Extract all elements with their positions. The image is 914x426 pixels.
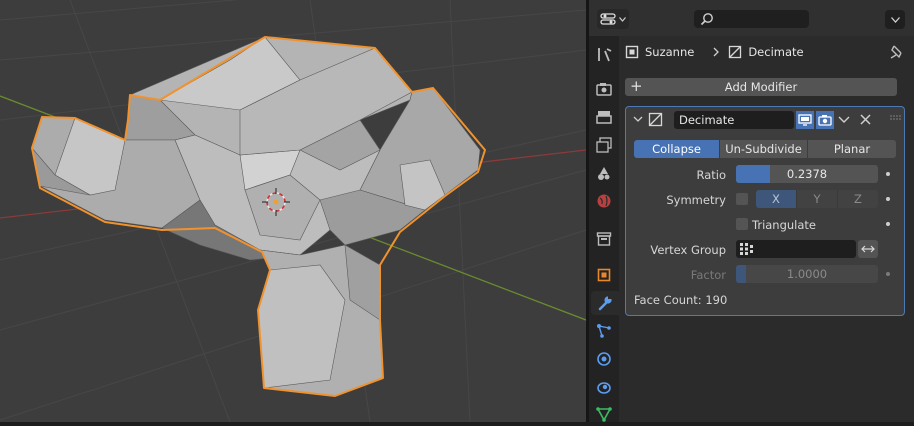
modifier-options-chevron-icon[interactable] — [838, 116, 850, 124]
tab-scene[interactable] — [591, 161, 617, 185]
factor-label: Factor — [690, 268, 726, 282]
3d-viewport[interactable] — [0, 0, 586, 422]
symmetry-checkbox[interactable] — [736, 193, 748, 205]
invert-vertex-group-button[interactable] — [858, 240, 878, 258]
camera-icon — [818, 115, 832, 126]
world-icon — [597, 194, 611, 208]
breadcrumb-object: Suzanne — [645, 45, 695, 59]
face-count-label: Face Count: 190 — [634, 293, 728, 307]
properties-tabs — [589, 36, 619, 422]
tab-particles[interactable] — [591, 319, 617, 343]
view-layer-icon — [596, 137, 612, 153]
tab-render[interactable] — [591, 77, 617, 101]
plus-icon: + — [630, 77, 643, 95]
monitor-icon — [798, 114, 812, 126]
swap-arrows-icon — [861, 245, 875, 253]
vertex-group-field[interactable] — [736, 240, 856, 258]
ratio-keyframe-dot[interactable] — [886, 172, 890, 176]
search-input[interactable] — [694, 10, 809, 28]
symmetry-keyframe-dot[interactable] — [886, 197, 890, 201]
tab-modifier[interactable] — [591, 291, 619, 315]
ratio-label: Ratio — [696, 168, 726, 182]
modifier-wrench-icon — [598, 295, 612, 311]
viewport-scene — [0, 0, 586, 422]
object-icon — [597, 268, 611, 282]
modifier-properties: Suzanne Decimate + Add Modifier Decimate — [619, 36, 914, 422]
particles-icon — [597, 324, 611, 338]
tab-physics[interactable] — [591, 347, 617, 371]
modifier-name-field[interactable]: Decimate — [674, 111, 794, 129]
collapse-panel-chevron-icon[interactable] — [633, 114, 643, 124]
add-modifier-label: Add Modifier — [724, 80, 798, 94]
symmetry-axis-selector: X Y Z — [756, 190, 878, 208]
editor-type-button[interactable] — [597, 9, 629, 29]
properties-editor-icon — [600, 13, 616, 25]
tab-collection[interactable] — [591, 227, 617, 251]
decimate-icon — [729, 45, 742, 59]
ratio-value: 0.2378 — [786, 167, 828, 181]
properties-editor: Suzanne Decimate + Add Modifier Decimate — [589, 0, 914, 422]
scene-icon — [598, 167, 610, 180]
header-menu-button[interactable] — [885, 10, 905, 29]
decimate-icon — [648, 112, 663, 127]
properties-header — [589, 0, 914, 36]
factor-keyframe-dot[interactable] — [886, 272, 890, 276]
collection-icon — [596, 232, 612, 246]
chevron-down-icon — [890, 16, 900, 23]
search-icon — [700, 13, 713, 26]
vertex-group-label: Vertex Group — [650, 243, 726, 257]
drag-handle-icon[interactable] — [890, 115, 902, 121]
constraints-icon — [597, 382, 611, 394]
output-icon — [596, 111, 612, 124]
vertex-group-icon — [740, 243, 753, 255]
object-icon — [625, 45, 639, 59]
tab-tool[interactable] — [591, 43, 617, 67]
mode-unsubdivide-button[interactable]: Un-Subdivide — [720, 140, 808, 158]
chevron-down-icon — [619, 16, 626, 22]
symmetry-axis-z[interactable]: Z — [838, 190, 878, 208]
tab-object[interactable] — [591, 263, 617, 287]
tab-data[interactable] — [591, 402, 617, 426]
chevron-right-icon — [713, 47, 720, 57]
add-modifier-button[interactable]: + Add Modifier — [625, 77, 897, 96]
symmetry-axis-x[interactable]: X — [756, 190, 797, 208]
triangulate-checkbox[interactable] — [736, 218, 748, 230]
triangulate-keyframe-dot[interactable] — [886, 222, 890, 226]
render-icon — [596, 83, 612, 96]
show-in-render-button[interactable] — [816, 111, 834, 129]
data-icon — [596, 407, 612, 422]
factor-value: 1.0000 — [786, 267, 828, 281]
decimate-modifier-panel: Decimate Collapse Un-Subdivide Planar Ra… — [625, 106, 905, 316]
tab-output[interactable] — [591, 105, 617, 129]
mode-planar-button[interactable]: Planar — [808, 140, 896, 158]
symmetry-label: Symmetry — [666, 193, 726, 207]
tab-view-layer[interactable] — [591, 133, 617, 157]
tab-world[interactable] — [591, 189, 617, 213]
symmetry-axis-y[interactable]: Y — [797, 190, 838, 208]
mode-collapse-button[interactable]: Collapse — [634, 140, 720, 158]
tool-icon — [598, 48, 612, 62]
pin-icon[interactable] — [889, 44, 903, 60]
close-icon[interactable] — [860, 114, 871, 125]
breadcrumb: Suzanne Decimate — [625, 44, 804, 60]
decimate-mode-selector: Collapse Un-Subdivide Planar — [634, 140, 896, 158]
triangulate-label: Triangulate — [752, 218, 817, 232]
factor-slider[interactable]: 1.0000 — [736, 265, 878, 283]
ratio-slider[interactable]: 0.2378 — [736, 165, 878, 183]
show-in-viewport-button[interactable] — [796, 111, 814, 129]
physics-icon — [597, 352, 611, 366]
tab-constraints[interactable] — [591, 375, 617, 399]
breadcrumb-modifier: Decimate — [748, 45, 804, 59]
